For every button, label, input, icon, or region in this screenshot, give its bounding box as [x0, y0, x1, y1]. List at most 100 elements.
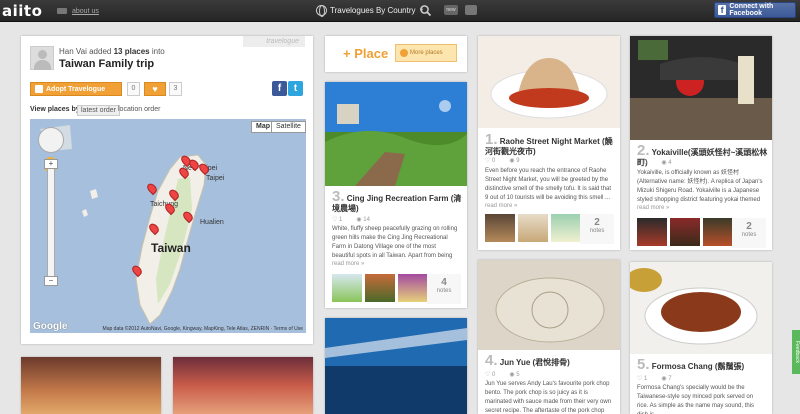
- note-thumbnail[interactable]: [365, 274, 395, 302]
- note-thumbnail[interactable]: [551, 214, 581, 242]
- map-attribution: Map data ©2012 AutoNavi, Google, Kingway…: [102, 326, 303, 332]
- place-number: 4.: [485, 352, 498, 369]
- latest-order-tab[interactable]: latest order: [77, 105, 121, 116]
- zoom-in-button[interactable]: +: [44, 159, 58, 169]
- map-city-label: Taipei: [206, 175, 225, 182]
- travelogues-by-country-menu[interactable]: Travelogues By Country ▼: [316, 3, 424, 18]
- travelogue-title: Taiwan Family trip: [59, 58, 155, 70]
- facebook-icon: f: [718, 5, 727, 15]
- notes-count-badge[interactable]: 2 notes: [732, 218, 766, 248]
- zoom-out-button[interactable]: −: [44, 276, 58, 286]
- place-title[interactable]: Cing Jing Recreation Farm (清境農場): [332, 194, 461, 213]
- views-count: ◉ 9: [509, 158, 520, 164]
- adopt-count: 0: [127, 82, 140, 96]
- notes-count-badge[interactable]: 2 notes: [580, 214, 614, 244]
- place-card-jun-yue[interactable]: 4. Jun Yue (君悅排骨) ♡ 0 ◉ 5 Jun Yue serves …: [478, 260, 620, 414]
- place-number: 3.: [332, 188, 345, 205]
- place-description: Jun Yue serves Andy Lau's favourite pork…: [485, 381, 612, 414]
- place-card-raohe[interactable]: 1. Raohe Street Night Market (饒河街觀光夜市) ♡…: [478, 36, 620, 250]
- place-description: Formosa Chang's specially would be the T…: [637, 385, 755, 414]
- add-place-button[interactable]: + Place: [343, 46, 388, 61]
- zoom-slider[interactable]: [47, 159, 55, 283]
- avatar[interactable]: [30, 46, 54, 70]
- place-card-preview[interactable]: [325, 318, 467, 414]
- note-thumbnail[interactable]: [637, 218, 667, 246]
- place-photo: [630, 262, 772, 354]
- place-photo: [325, 318, 467, 414]
- views-count: ◉ 5: [509, 372, 520, 378]
- place-card-preview[interactable]: [173, 357, 313, 414]
- place-stats: ♡ 1 ◉ 14: [332, 216, 370, 223]
- messages-icon[interactable]: [465, 5, 477, 15]
- travelogues-menu-label: Travelogues By Country: [330, 6, 416, 15]
- travelogue-card: travelogue Han Vai added 13 places into …: [21, 36, 313, 344]
- place-photo: [478, 36, 620, 128]
- search-icon[interactable]: [419, 4, 432, 17]
- place-stats: ♡ 0 ◉ 4: [637, 159, 672, 166]
- read-more-link[interactable]: read more »: [637, 205, 669, 211]
- place-photo: [630, 36, 772, 140]
- place-title[interactable]: Jun Yue (君悅排骨): [500, 358, 570, 367]
- place-card-preview[interactable]: [21, 357, 161, 414]
- likes-count: ♡ 0: [485, 372, 496, 378]
- note-thumbnail[interactable]: [398, 274, 428, 302]
- like-count: 3: [169, 82, 182, 96]
- place-number: 5.: [637, 356, 650, 373]
- note-thumbnail[interactable]: [703, 218, 733, 246]
- map-city-label: Hualien: [200, 219, 224, 226]
- facebook-share-icon[interactable]: f: [272, 81, 287, 96]
- pan-control[interactable]: [38, 127, 64, 153]
- globe-icon: [316, 5, 327, 17]
- heart-icon[interactable]: ♥: [144, 82, 166, 96]
- place-stats: ♡ 0 ◉ 5: [485, 371, 520, 378]
- places-map[interactable]: Map Satellite + − New Taipei Taipei Taic…: [30, 119, 306, 333]
- author-byline: Han Vai added 13 places into: [59, 47, 165, 56]
- top-navigation-bar: aiito about us Travelogues By Country ▼ …: [0, 0, 800, 22]
- place-photo: [478, 260, 620, 350]
- map-country-label: Taiwan: [151, 241, 191, 255]
- place-title[interactable]: Raohe Street Night Market (饒河街觀光夜市): [485, 137, 613, 156]
- place-description: Even before you reach the entrance of Ra…: [485, 168, 612, 201]
- place-number: 2.: [637, 142, 650, 159]
- note-thumbnail[interactable]: [670, 218, 700, 246]
- new-button[interactable]: new: [444, 5, 458, 15]
- read-more-link[interactable]: read more »: [332, 261, 364, 267]
- note-thumbnail[interactable]: [332, 274, 362, 302]
- location-pin-icon: [400, 49, 408, 57]
- more-places-button[interactable]: More places: [395, 44, 457, 62]
- places-count: 13 places: [113, 47, 150, 56]
- note-thumbnail[interactable]: [485, 214, 515, 242]
- twitter-share-icon[interactable]: t: [288, 81, 303, 96]
- location-order-tab[interactable]: location order: [115, 105, 163, 114]
- notes-count-badge[interactable]: 4 notes: [427, 274, 461, 304]
- place-description: Yokaiville, is officially known as 妖怪村 (…: [637, 170, 763, 203]
- view-places-label: View places by :: [30, 106, 84, 113]
- place-stats: ♡ 0 ◉ 9: [485, 157, 520, 164]
- connect-facebook-button[interactable]: f Connect with Facebook: [714, 2, 796, 18]
- taiwan-island-shape: [40, 125, 207, 325]
- beta-badge: [57, 8, 67, 14]
- add-place-card: + Place More places: [325, 36, 467, 72]
- place-card-yokaiville[interactable]: 2. Yokaiville(溪頭妖怪村~溪頭松林町) ♡ 0 ◉ 4 Yokaiv…: [630, 36, 772, 250]
- adopt-travelogue-button[interactable]: Adopt Travelogue: [30, 82, 122, 96]
- read-more-link[interactable]: read more »: [485, 203, 517, 209]
- place-card-cing-jing[interactable]: 3. Cing Jing Recreation Farm (清境農場) ♡ 1 ◉…: [325, 82, 467, 308]
- place-title[interactable]: Formosa Chang (鬍鬚張): [652, 362, 744, 371]
- views-count: ◉ 7: [661, 376, 672, 382]
- feedback-tab[interactable]: Feedback: [792, 330, 800, 374]
- travelogue-tag: travelogue: [243, 36, 305, 47]
- about-us-link[interactable]: about us: [72, 8, 99, 15]
- site-logo[interactable]: aiito: [2, 2, 42, 20]
- likes-count: ♡ 0: [485, 158, 496, 164]
- views-count: ◉ 14: [356, 217, 370, 223]
- place-description: White, fluffy sheep peacefully grazing o…: [332, 226, 458, 259]
- place-number: 1.: [485, 131, 498, 148]
- place-card-formosa-chang[interactable]: 5. Formosa Chang (鬍鬚張) ♡ 1 ◉ 7 Formosa Ch…: [630, 262, 772, 414]
- note-thumbnail[interactable]: [518, 214, 548, 242]
- google-logo: Google: [33, 321, 68, 332]
- map-type-satellite-button[interactable]: Satellite: [271, 121, 306, 133]
- adopt-icon: [35, 85, 43, 93]
- views-count: ◉ 4: [661, 160, 672, 166]
- author-name[interactable]: Han Vai: [59, 47, 87, 56]
- facebook-button-label: Connect with Facebook: [729, 3, 774, 17]
